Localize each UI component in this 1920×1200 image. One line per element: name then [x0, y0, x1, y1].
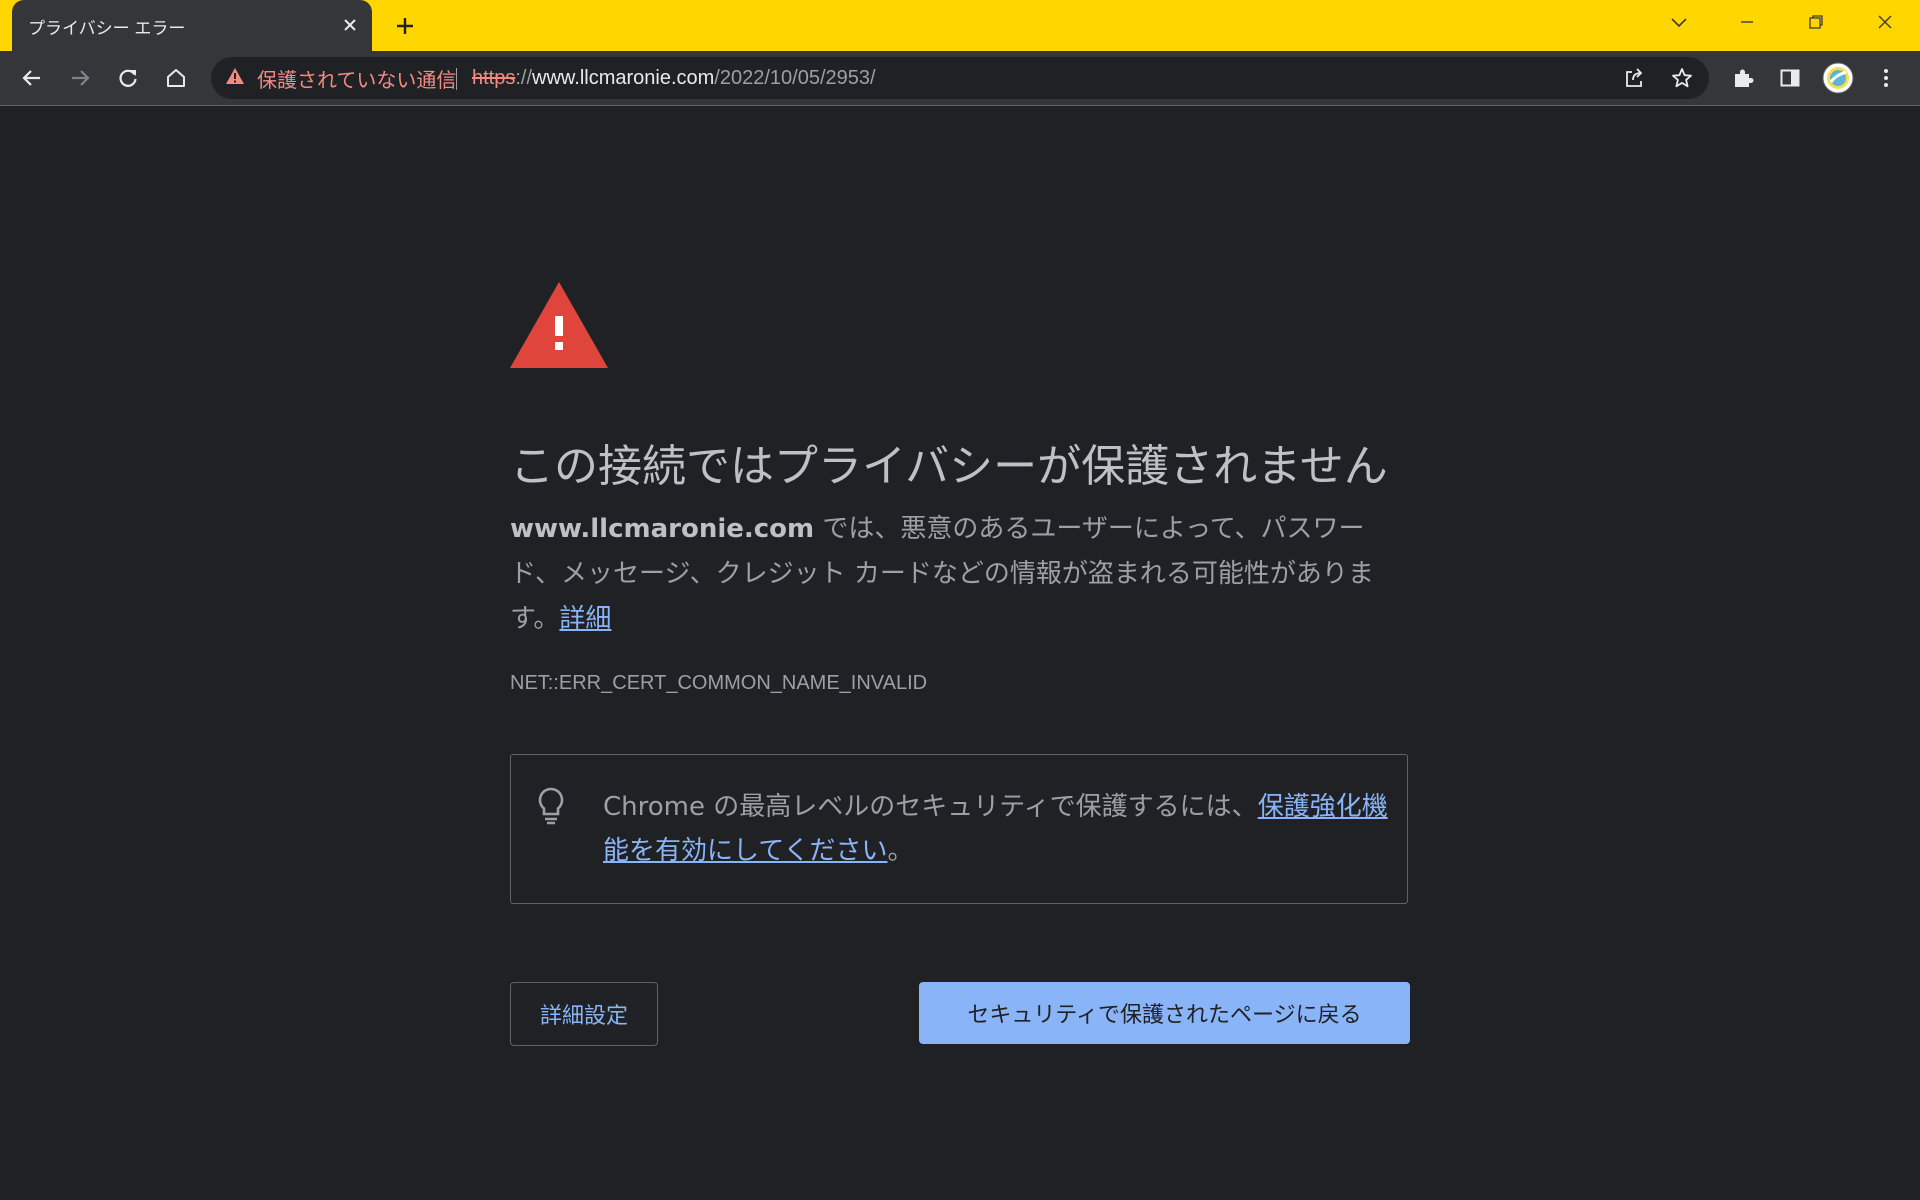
toolbar: 保護されていない通信 https://www.llcmaronie.com/20… [0, 51, 1920, 106]
back-to-safety-button[interactable]: セキュリティで保護されたページに戻る [919, 982, 1410, 1044]
explanation-text: www.llcmaronie.com では、悪意のあるユーザーによって、パスワー… [510, 507, 1390, 642]
error-code: NET::ERR_CERT_COMMON_NAME_INVALID [510, 672, 928, 694]
not-secure-label: 保護されていない通信 [257, 69, 457, 92]
puzzle-icon[interactable] [1727, 62, 1759, 94]
address-bar[interactable]: 保護されていない通信 https://www.llcmaronie.com/20… [211, 57, 1709, 99]
tab-search-chevron-down-icon[interactable] [1659, 6, 1699, 38]
title-bar: プライバシー エラー [0, 0, 1920, 51]
url-host: www.llcmaronie.com [532, 67, 715, 89]
star-icon[interactable] [1666, 62, 1698, 94]
url-scheme: https [472, 67, 516, 89]
divider [456, 68, 457, 90]
url-text[interactable]: https://www.llcmaronie.com/2022/10/05/29… [472, 67, 876, 90]
share-icon[interactable] [1618, 62, 1650, 94]
tip-body: Chrome の最高レベルのセキュリティで保護するには、 [603, 792, 1258, 822]
new-tab-plus-icon[interactable] [390, 11, 420, 41]
kebab-menu-icon[interactable] [1870, 62, 1902, 94]
home-icon[interactable] [160, 62, 192, 94]
advanced-button[interactable]: 詳細設定 [510, 982, 658, 1046]
warning-triangle-icon [510, 282, 608, 372]
restore-icon[interactable] [1796, 6, 1836, 38]
reload-icon[interactable] [112, 62, 144, 94]
avatar[interactable] [1822, 62, 1854, 94]
details-link[interactable]: 詳細 [559, 604, 611, 634]
enhanced-protection-tip: Chrome の最高レベルのセキュリティで保護するには、保護強化機能を有効にして… [510, 754, 1408, 904]
back-arrow-icon[interactable] [16, 62, 48, 94]
window-close-icon[interactable] [1865, 6, 1905, 38]
lightbulb-icon [537, 787, 565, 829]
minimize-icon[interactable] [1727, 6, 1767, 38]
url-path: /2022/10/05/2953/ [714, 67, 876, 89]
active-tab[interactable]: プライバシー エラー [12, 0, 372, 51]
security-chip[interactable]: 保護されていない通信 [225, 57, 456, 99]
tab-close-icon[interactable] [336, 11, 364, 39]
warning-icon [225, 67, 245, 89]
url-separator: :// [515, 67, 533, 89]
tip-end: 。 [887, 836, 914, 866]
tab-title: プライバシー エラー [28, 19, 186, 38]
page-title: この接続ではプライバシーが保護されません [510, 441, 1388, 492]
forward-arrow-icon[interactable] [64, 62, 96, 94]
tip-text: Chrome の最高レベルのセキュリティで保護するには、保護強化機能を有効にして… [603, 785, 1393, 873]
side-panel-icon[interactable] [1774, 62, 1806, 94]
site-name: www.llcmaronie.com [510, 514, 815, 544]
